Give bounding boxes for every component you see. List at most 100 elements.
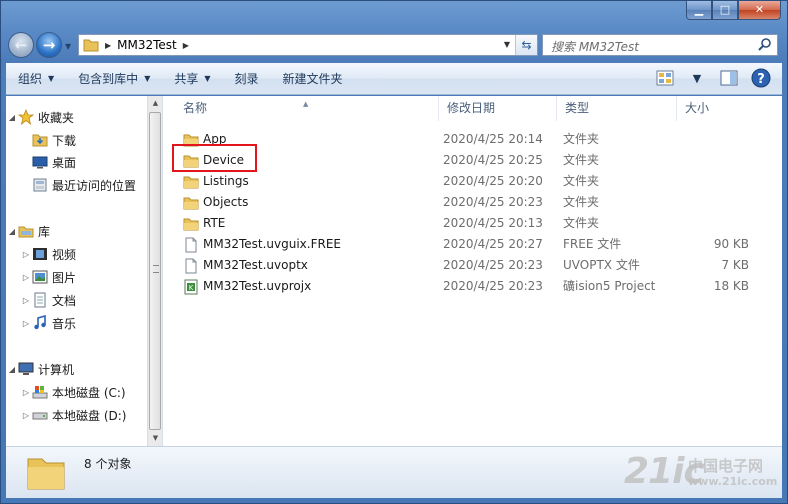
tree-item-documents[interactable]: ▷ 文档 [20,289,76,311]
include-in-library-menu[interactable]: 包含到库中 ▼ [66,63,162,94]
system-drive-icon [32,386,48,399]
file-row[interactable]: RTE 2020/4/25 20:13 文件夹 [163,213,763,234]
breadcrumb-current-folder[interactable]: MM32Test [117,38,177,52]
breadcrumb-separator-icon[interactable]: ▶ [105,41,111,50]
expand-arrow-icon[interactable]: ◢ [6,113,18,122]
column-name-label: 名称 [183,101,208,115]
search-icon[interactable] [757,37,773,53]
file-name: Listings [203,174,249,188]
tree-item-favorites[interactable]: ◢ 收藏夹 [6,106,74,128]
preview-pane-button[interactable] [718,67,740,89]
organize-label: 组织 [18,72,43,86]
navigation-scrollbar[interactable]: ▲ ▼ [147,96,162,446]
file-size: 90 KB [713,237,749,251]
breadcrumb-chevron-icon[interactable]: ▶ [183,41,189,50]
chevron-down-icon: ▼ [48,74,55,83]
recent-places-icon [33,178,47,192]
tree-item-videos[interactable]: ▷ 视频 [20,243,76,265]
close-button[interactable]: ✕ [738,1,781,20]
downloads-label: 下载 [52,133,77,148]
column-type-label: 类型 [565,101,590,115]
file-type: 文件夹 [563,216,600,230]
tree-item-drive-c[interactable]: ▷ 本地磁盘 (C:) [20,381,126,403]
column-size-label: 大小 [685,101,710,115]
column-date-label: 修改日期 [447,101,496,115]
favorites-label: 收藏夹 [38,110,75,125]
organize-menu[interactable]: 组织 ▼ [6,63,66,94]
tree-item-desktop[interactable]: 桌面 [20,151,76,173]
help-button[interactable]: ? [750,67,772,89]
file-type: 文件夹 [563,174,600,188]
videos-label: 视频 [52,247,77,262]
recent-places-label: 最近访问的位置 [52,178,137,193]
folder-icon [83,39,99,52]
tree-item-music[interactable]: ▷ 音乐 [20,312,76,334]
file-name-cell[interactable]: MM32Test.uvguix.FREE [183,234,341,255]
desktop-icon [32,156,48,169]
expand-arrow-icon[interactable]: ◢ [6,365,18,374]
new-folder-button[interactable]: 新建文件夹 [271,63,355,94]
file-name-cell[interactable]: K MM32Test.uvprojx [183,276,311,297]
minimize-button[interactable]: ▁ [686,1,712,20]
address-history-dropdown-icon[interactable]: ▼ [499,35,515,55]
maximize-button[interactable]: □ [712,1,738,20]
watermark-url: www.21ic.com [688,475,778,488]
file-name: RTE [203,216,226,230]
file-date: 2020/4/25 20:27 [443,237,543,251]
collapsed-arrow-icon[interactable]: ▷ [20,250,32,259]
file-name-cell[interactable]: Objects [183,192,248,213]
file-row[interactable]: K MM32Test.uvprojx 2020/4/25 20:23 礦ision5 … [163,276,763,297]
svg-text:?: ? [757,72,765,87]
address-bar[interactable]: ▶ MM32Test ▶ ▼ ⇆ [78,34,538,56]
tree-item-drive-d[interactable]: ▷ 本地磁盘 (D:) [20,404,127,426]
tree-item-libraries[interactable]: ◢ 库 [6,220,50,242]
burn-label: 刻录 [234,72,259,86]
caption-buttons: ▁ □ ✕ [686,1,781,21]
navigation-tree: ◢ 收藏夹 下载 桌面 最近访问的位置 ◢ 库 ▷ 视频 ▷ 图片 ▷ 文档 ▷… [6,96,147,446]
collapsed-arrow-icon[interactable]: ▷ [20,296,32,305]
column-header-name[interactable]: ▲ 名称 [163,96,439,121]
column-header-date[interactable]: 修改日期 [439,96,557,121]
file-size: 7 KB [721,258,749,272]
file-name-cell[interactable]: RTE [183,213,225,234]
scrollbar-thumb[interactable] [149,112,161,430]
file-row[interactable]: MM32Test.uvoptx 2020/4/25 20:23 UVOPTX 文件 7… [163,255,763,276]
folder-icon [27,458,65,490]
recent-pages-dropdown-icon[interactable]: ▼ [65,42,71,51]
file-list: ▲ 名称 修改日期 类型 大小 App 2020/4/25 20:14 文件夹 Dev… [162,96,782,446]
file-type: 文件夹 [563,132,600,146]
scroll-down-icon[interactable]: ▼ [149,432,162,445]
tree-item-recent-places[interactable]: 最近访问的位置 [20,174,136,196]
share-menu[interactable]: 共享 ▼ [162,63,222,94]
file-row[interactable]: Objects 2020/4/25 20:23 文件夹 [163,192,763,213]
tree-item-downloads[interactable]: 下载 [20,129,76,151]
collapsed-arrow-icon[interactable]: ▷ [20,273,32,282]
collapsed-arrow-icon[interactable]: ▷ [20,388,32,397]
forward-button[interactable]: → [36,32,62,58]
column-header-type[interactable]: 类型 [557,96,677,121]
file-row[interactable]: MM32Test.uvguix.FREE 2020/4/25 20:27 FREE … [163,234,763,255]
tree-item-computer[interactable]: ◢ 计算机 [6,358,74,380]
file-date: 2020/4/25 20:13 [443,216,543,230]
back-button[interactable]: ← [8,32,34,58]
expand-arrow-icon[interactable]: ◢ [6,227,18,236]
collapsed-arrow-icon[interactable]: ▷ [20,411,32,420]
file-date: 2020/4/25 20:23 [443,258,543,272]
tree-item-pictures[interactable]: ▷ 图片 [20,266,76,288]
view-options-button[interactable] [654,67,676,89]
file-size: 18 KB [713,279,749,293]
column-header-size[interactable]: 大小 [677,96,757,121]
file-date: 2020/4/25 20:25 [443,153,543,167]
document-icon [185,258,197,273]
scroll-up-icon[interactable]: ▲ [149,97,162,110]
search-box[interactable]: 搜索 MM32Test [542,34,778,56]
file-row[interactable]: Listings 2020/4/25 20:20 文件夹 [163,171,763,192]
refresh-button[interactable]: ⇆ [515,35,537,55]
highlight-box [172,144,257,172]
view-dropdown-icon[interactable]: ▼ [686,67,708,89]
burn-button[interactable]: 刻录 [223,63,271,94]
desktop-label: 桌面 [52,155,77,170]
file-name-cell[interactable]: MM32Test.uvoptx [183,255,308,276]
collapsed-arrow-icon[interactable]: ▷ [20,319,32,328]
file-name-cell[interactable]: Listings [183,171,249,192]
